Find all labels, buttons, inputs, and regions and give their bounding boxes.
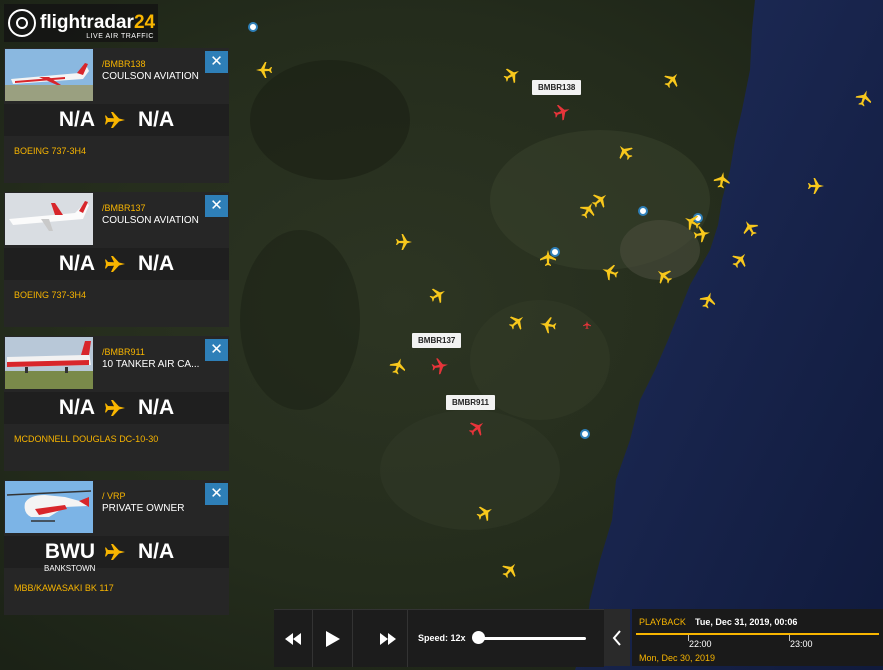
close-icon[interactable]: ✕: [205, 339, 228, 361]
flight-callsign: /BMBR138: [102, 59, 146, 69]
speed-slider-knob[interactable]: [472, 631, 485, 644]
aircraft-type: MBB/KAWASAKI BK 117: [14, 583, 114, 593]
destination-code: N/A: [138, 108, 175, 131]
route-row: BWU N/A BANKSTOWN: [4, 536, 229, 573]
timeline-label-2200: 22:00: [689, 639, 712, 649]
origin-code: N/A: [58, 396, 95, 419]
playback-title: PLAYBACK: [639, 617, 686, 627]
destination-code: N/A: [138, 252, 175, 275]
route-row: N/A N/A: [4, 248, 229, 280]
timeline-bar[interactable]: [636, 633, 879, 635]
fast-forward-icon: [380, 632, 396, 645]
map-label-bmbr137[interactable]: BMBR137: [412, 333, 462, 348]
origin-code: N/A: [58, 108, 95, 131]
aircraft-photo: [5, 193, 93, 245]
plane-arrow-icon: [105, 544, 125, 560]
logo-subtitle: LIVE AIR TRAFFIC: [86, 33, 154, 40]
chevron-left-icon: [612, 629, 621, 646]
timeline-label-2300: 23:00: [790, 639, 813, 649]
collapse-timeline-button[interactable]: [604, 609, 630, 666]
route-row: N/A N/A: [4, 104, 229, 136]
rewind-button[interactable]: [274, 610, 313, 667]
route-row: N/A N/A: [4, 392, 229, 424]
speed-label: Speed: 12x: [418, 633, 466, 643]
destination-code: N/A: [138, 540, 175, 563]
flight-panel-bmbr138[interactable]: /BMBR138 COULSON AVIATION ✕ N/A N/A BOEI…: [4, 48, 229, 183]
close-icon[interactable]: ✕: [205, 195, 228, 217]
origin-code: N/A: [58, 252, 95, 275]
airline-name: COULSON AVIATION: [102, 215, 199, 226]
flight-panel-bmbr137[interactable]: /BMBR137 COULSON AVIATION ✕ N/A N/A BOEI…: [4, 192, 229, 327]
playback-controls: Speed: 12x: [274, 609, 604, 667]
speed-slider-track[interactable]: [474, 637, 586, 640]
origin-city: BANKSTOWN: [44, 564, 96, 573]
play-button[interactable]: [314, 610, 353, 667]
logo-text: flightradar24: [40, 12, 156, 33]
map-label-bmbr138[interactable]: BMBR138: [532, 80, 582, 95]
rewind-icon: [285, 632, 301, 645]
map-label-bmbr911[interactable]: BMBR911: [446, 395, 495, 410]
plane-arrow-icon: [105, 112, 125, 128]
aircraft-photo: [5, 49, 93, 101]
play-icon: [326, 630, 340, 647]
origin-code: BWU: [44, 540, 95, 563]
fast-forward-button[interactable]: [369, 610, 408, 667]
playback-datetime: Tue, Dec 31, 2019, 00:06: [695, 617, 798, 627]
aircraft-type: MCDONNELL DOUGLAS DC-10-30: [14, 434, 159, 444]
radar-logo-icon: [8, 9, 36, 37]
aircraft-type: BOEING 737-3H4: [14, 146, 87, 156]
close-icon[interactable]: ✕: [205, 51, 228, 73]
airline-name: PRIVATE OWNER: [102, 503, 185, 514]
destination-code: N/A: [138, 396, 175, 419]
plane-arrow-icon: [105, 400, 125, 416]
flightradar24-logo[interactable]: flightradar24 LIVE AIR TRAFFIC: [4, 4, 158, 42]
timeline-day: Mon, Dec 30, 2019: [639, 653, 716, 663]
plane-arrow-icon: [105, 256, 125, 272]
flight-callsign: / VRP: [102, 491, 126, 501]
airline-name: 10 TANKER AIR CA...: [102, 359, 200, 370]
aircraft-photo: [5, 337, 93, 389]
flight-callsign: /BMBR911: [102, 347, 145, 357]
aircraft-photo: [5, 481, 93, 533]
flight-panel-bmbr911[interactable]: /BMBR911 10 TANKER AIR CA... ✕ N/A N/A M…: [4, 336, 229, 471]
playback-timeline[interactable]: PLAYBACK Tue, Dec 31, 2019, 00:06 22:00 …: [632, 609, 883, 666]
flight-panel-vrp[interactable]: / VRP PRIVATE OWNER ✕ BWU N/A BANKSTOWN …: [4, 480, 229, 615]
close-icon[interactable]: ✕: [205, 483, 228, 505]
airline-name: COULSON AVIATION: [102, 71, 199, 82]
aircraft-type: BOEING 737-3H4: [14, 290, 87, 300]
flight-callsign: /BMBR137: [102, 203, 146, 213]
